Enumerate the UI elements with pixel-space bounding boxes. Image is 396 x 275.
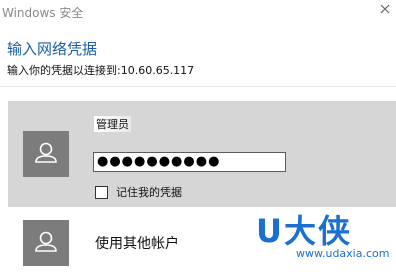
watermark-url: www.udaxia.com — [296, 247, 390, 260]
dialog-heading: 输入网络凭据 — [7, 40, 98, 58]
password-field[interactable]: ●●●●●●●●●● — [93, 152, 286, 172]
window-title: Windows 安全 — [2, 6, 84, 20]
divider — [0, 86, 396, 87]
use-other-account-option[interactable]: 使用其他帐户 — [95, 233, 179, 253]
remember-credentials-checkbox[interactable] — [95, 186, 108, 199]
close-icon[interactable] — [378, 2, 392, 16]
selected-account-avatar — [23, 131, 69, 177]
watermark-logo: U大侠 — [256, 212, 352, 250]
user-avatar-icon — [35, 142, 57, 163]
dialog-subtitle: 输入你的凭据以连接到:10.60.65.117 — [7, 64, 195, 77]
user-avatar-icon — [35, 231, 57, 252]
title-bar: Windows 安全 — [0, 0, 396, 26]
remember-credentials-label[interactable]: 记住我的凭据 — [116, 184, 182, 200]
account-name: 管理员 — [94, 116, 131, 132]
other-account-avatar[interactable] — [23, 220, 69, 266]
